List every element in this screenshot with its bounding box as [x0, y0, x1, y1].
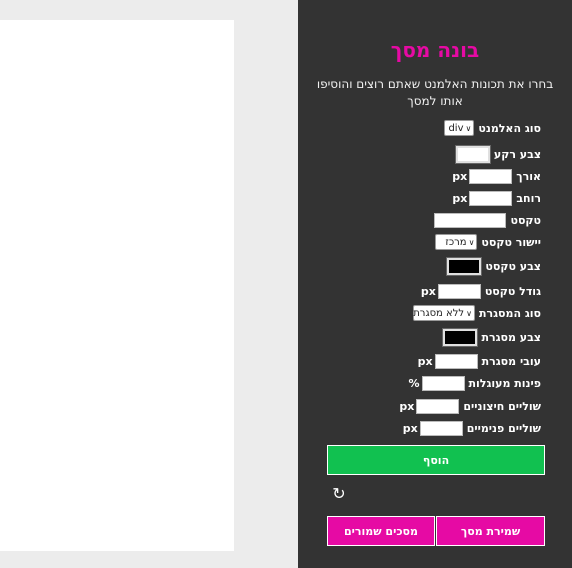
border-radius-input[interactable] — [421, 375, 465, 391]
row-element-type: סוג האלמנט ∨ div — [444, 118, 541, 138]
row-bg-color: צבע רקע — [454, 144, 541, 164]
height-input[interactable] — [469, 168, 513, 184]
margin-input[interactable] — [416, 398, 460, 414]
saved-screens-button[interactable]: מסכים שמורים — [327, 516, 435, 546]
panel-title: בונה מסך — [390, 38, 480, 62]
padding-unit: px — [402, 421, 418, 435]
text-align-select[interactable]: ∨ מרכז — [435, 234, 478, 250]
border-color-label: צבע מסגרת — [481, 330, 541, 344]
element-type-select[interactable]: ∨ div — [444, 120, 475, 136]
panel-description: בחרו את תכונות האלמנט שאתם רוצים והוסיפו… — [316, 77, 554, 108]
margin-unit: px — [399, 399, 415, 413]
chevron-down-icon: ∨ — [466, 308, 472, 318]
font-size-input[interactable] — [437, 283, 481, 299]
text-label: טקסט — [510, 213, 541, 227]
save-screen-button[interactable]: שמירת מסך — [436, 516, 545, 546]
builder-panel: בונה מסך בחרו את תכונות האלמנט שאתם רוצי… — [298, 0, 572, 568]
border-width-unit: px — [417, 354, 433, 368]
row-padding: שוליים פנימיים px — [403, 418, 541, 438]
text-align-label: יישור טקסט — [481, 235, 541, 249]
row-width: רוחב px — [452, 188, 541, 208]
row-height: אורך px — [452, 166, 541, 186]
element-type-label: סוג האלמנט — [478, 121, 541, 135]
border-type-label: סוג המסגרת — [478, 306, 541, 320]
height-unit: px — [452, 169, 468, 183]
row-border-radius: פינות מעוגלות % — [408, 373, 541, 393]
border-width-label: עובי מסגרת — [481, 354, 541, 368]
margin-label: שוליים חיצוניים — [463, 399, 541, 413]
screen-canvas — [0, 20, 234, 551]
row-margin: שוליים חיצוניים px — [399, 396, 541, 416]
bg-color-label: צבע רקע — [493, 147, 541, 161]
row-border-width: עובי מסגרת px — [418, 351, 541, 371]
row-text-color: צבע טקסט — [446, 256, 541, 276]
border-radius-unit: % — [408, 376, 420, 390]
chevron-down-icon: ∨ — [468, 237, 475, 247]
row-font-size: גודל טקסט px — [421, 281, 541, 301]
height-label: אורך — [516, 169, 541, 183]
border-radius-label: פינות מעוגלות — [468, 376, 542, 390]
chevron-down-icon: ∨ — [465, 123, 472, 133]
bg-color-picker[interactable] — [454, 144, 491, 164]
text-color-label: צבע טקסט — [485, 259, 541, 273]
width-input[interactable] — [469, 190, 513, 206]
row-border-color: צבע מסגרת — [442, 327, 541, 347]
refresh-icon[interactable]: ↻ — [331, 486, 347, 502]
width-unit: px — [452, 191, 468, 205]
border-width-input[interactable] — [434, 353, 478, 369]
text-input[interactable] — [434, 212, 507, 228]
width-label: רוחב — [516, 191, 541, 205]
row-border-type: סוג המסגרת ∨ ללא מסגרת — [412, 303, 541, 323]
font-size-label: גודל טקסט — [484, 284, 541, 298]
text-color-picker[interactable] — [446, 256, 483, 276]
font-size-unit: px — [420, 284, 436, 298]
row-text: טקסט — [434, 210, 541, 230]
padding-label: שוליים פנימיים — [466, 421, 541, 435]
row-text-align: יישור טקסט ∨ מרכז — [435, 232, 541, 252]
add-button[interactable]: הוסף — [327, 445, 545, 475]
border-type-select[interactable]: ∨ ללא מסגרת — [412, 305, 475, 321]
padding-input[interactable] — [419, 420, 463, 436]
border-color-picker[interactable] — [442, 327, 479, 347]
